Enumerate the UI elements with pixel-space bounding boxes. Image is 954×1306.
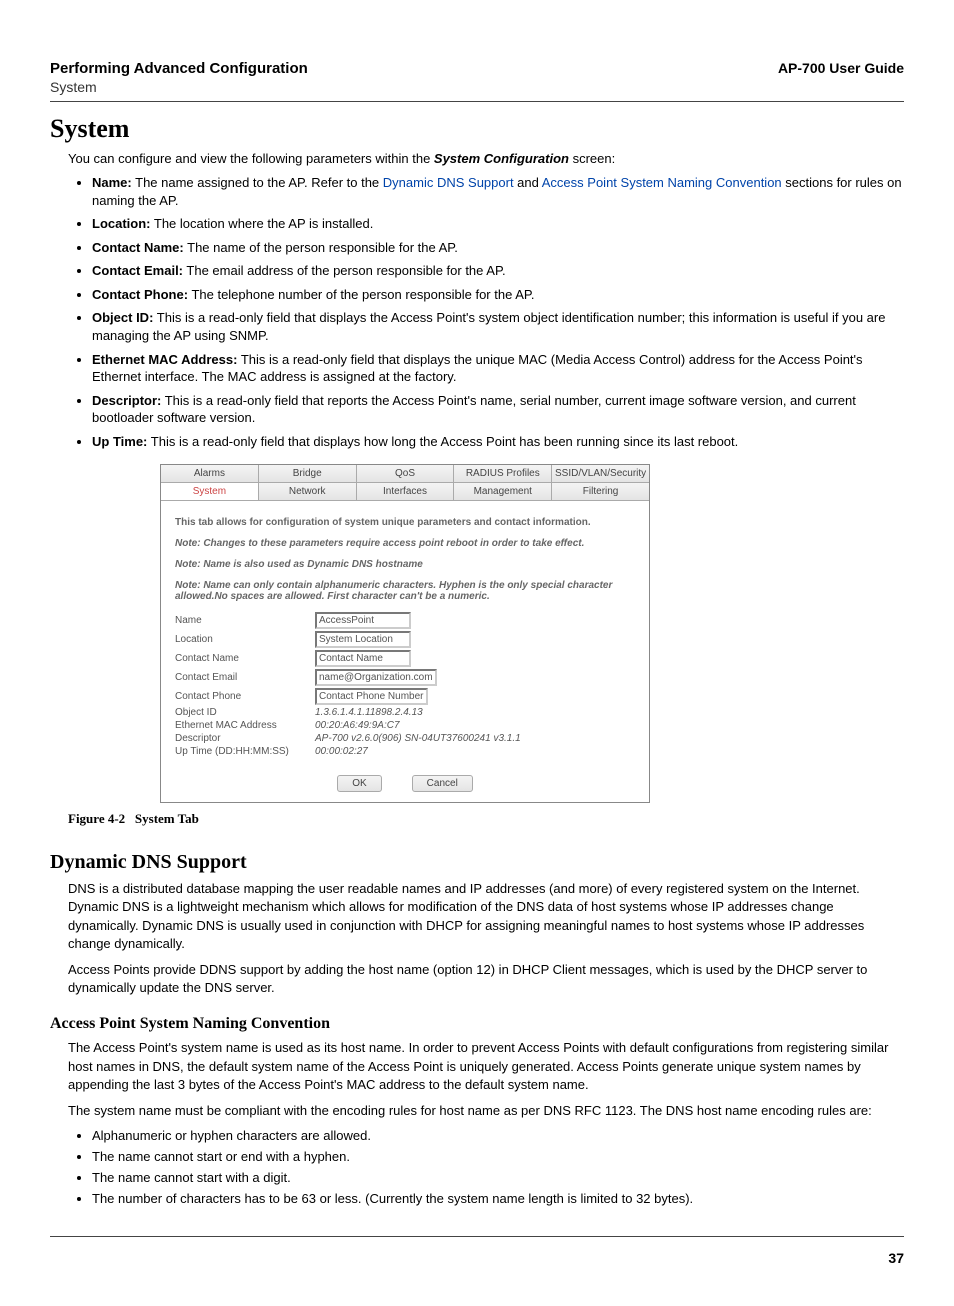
param-contact-phone: Contact Phone: The telephone number of t… [92,286,904,304]
param-label: Contact Name: [92,240,184,255]
ddns-paragraph-2: Access Points provide DDNS support by ad… [68,961,904,997]
link-naming-convention[interactable]: Access Point System Naming Convention [542,175,782,190]
field-value-uptime: 00:00:02:27 [315,746,368,757]
field-label-contact-phone: Contact Phone [175,691,315,702]
tab-row-1: Alarms Bridge QoS RADIUS Profiles SSID/V… [161,465,649,483]
rule-item: The name cannot start or end with a hyph… [92,1149,904,1164]
footer-divider [50,1236,904,1237]
panel-note-name-rules: Note: Name can only contain alphanumeric… [175,580,635,602]
header-chapter: Performing Advanced Configuration [50,60,308,77]
param-label: Ethernet MAC Address: [92,352,237,367]
tab-network[interactable]: Network [259,483,357,500]
field-label-uptime: Up Time (DD:HH:MM:SS) [175,746,315,757]
param-text: and [514,175,542,190]
field-input-location[interactable]: System Location [315,631,411,648]
tab-row-2: System Network Interfaces Management Fil… [161,483,649,501]
param-ethernet-mac: Ethernet MAC Address: This is a read-onl… [92,351,904,386]
figure-title: System Tab [135,811,199,826]
cancel-button[interactable]: Cancel [412,775,473,792]
field-label-mac: Ethernet MAC Address [175,720,315,731]
rule-item: The name cannot start with a digit. [92,1170,904,1185]
panel-note-reboot: Note: Changes to these parameters requir… [175,538,635,549]
intro-text-bold: System Configuration [434,151,569,166]
param-descriptor: Descriptor: This is a read-only field th… [92,392,904,427]
tab-radius-profiles[interactable]: RADIUS Profiles [454,465,552,482]
field-input-contact-phone[interactable]: Contact Phone Number [315,688,428,705]
tab-alarms[interactable]: Alarms [161,465,259,482]
tab-bridge[interactable]: Bridge [259,465,357,482]
naming-rules-list: Alphanumeric or hyphen characters are al… [68,1128,904,1206]
param-object-id: Object ID: This is a read-only field tha… [92,309,904,344]
page-number: 37 [50,1244,904,1266]
param-uptime: Up Time: This is a read-only field that … [92,433,904,451]
param-text: The telephone number of the person respo… [188,287,534,302]
field-value-mac: 00:20:A6:49:9A:C7 [315,720,400,731]
param-label: Descriptor: [92,393,161,408]
link-dynamic-dns[interactable]: Dynamic DNS Support [383,175,514,190]
param-text: The email address of the person responsi… [183,263,506,278]
param-label: Up Time: [92,434,147,449]
param-location: Location: The location where the AP is i… [92,215,904,233]
heading-dynamic-dns: Dynamic DNS Support [50,851,904,874]
naming-paragraph-2: The system name must be compliant with t… [68,1102,904,1120]
field-value-descriptor: AP-700 v2.6.0(906) SN-04UT37600241 v3.1.… [315,733,521,744]
field-input-contact-email[interactable]: name@Organization.com [315,669,437,686]
param-text: This is a read-only field that displays … [147,434,738,449]
field-label-contact-name: Contact Name [175,653,315,664]
panel-description: This tab allows for configuration of sys… [175,517,635,528]
param-label: Name: [92,175,132,190]
ddns-paragraph-1: DNS is a distributed database mapping th… [68,880,904,953]
param-label: Object ID: [92,310,153,325]
param-text: The name of the person responsible for t… [184,240,458,255]
field-label-descriptor: Descriptor [175,733,315,744]
field-input-contact-name[interactable]: Contact Name [315,650,411,667]
figure-caption: Figure 4-2 System Tab [68,811,904,827]
field-label-name: Name [175,615,315,626]
intro-text-prefix: You can configure and view the following… [68,151,434,166]
naming-paragraph-1: The Access Point's system name is used a… [68,1039,904,1094]
intro-text-suffix: screen: [569,151,615,166]
param-contact-name: Contact Name: The name of the person res… [92,239,904,257]
field-label-object-id: Object ID [175,707,315,718]
field-label-location: Location [175,634,315,645]
rule-item: The number of characters has to be 63 or… [92,1191,904,1206]
panel-note-ddns: Note: Name is also used as Dynamic DNS h… [175,559,635,570]
field-value-object-id: 1.3.6.1.4.1.11898.2.4.13 [315,707,423,718]
param-label: Contact Phone: [92,287,188,302]
param-name: Name: The name assigned to the AP. Refer… [92,174,904,209]
intro-paragraph: You can configure and view the following… [68,150,904,168]
param-text: This is a read-only field that reports t… [92,393,856,426]
param-label: Contact Email: [92,263,183,278]
ok-button[interactable]: OK [337,775,381,792]
header-guide: AP-700 User Guide [778,60,904,76]
system-tab-screenshot: Alarms Bridge QoS RADIUS Profiles SSID/V… [160,464,650,803]
param-contact-email: Contact Email: The email address of the … [92,262,904,280]
field-label-contact-email: Contact Email [175,672,315,683]
tab-qos[interactable]: QoS [357,465,455,482]
param-text: The location where the AP is installed. [151,216,374,231]
figure-number: Figure 4-2 [68,811,125,826]
tab-system[interactable]: System [161,483,259,500]
field-input-name[interactable]: AccessPoint [315,612,411,629]
tab-ssid-vlan-security[interactable]: SSID/VLAN/Security [552,465,649,482]
rule-item: Alphanumeric or hyphen characters are al… [92,1128,904,1143]
param-label: Location: [92,216,151,231]
header-subsection: System [50,79,904,95]
tab-management[interactable]: Management [454,483,552,500]
tab-interfaces[interactable]: Interfaces [357,483,455,500]
param-text: The name assigned to the AP. Refer to th… [132,175,383,190]
tab-filtering[interactable]: Filtering [552,483,649,500]
header-divider [50,101,904,102]
section-heading-system: System [50,114,904,144]
heading-naming-convention: Access Point System Naming Convention [50,1015,904,1033]
param-text: This is a read-only field that displays … [92,310,885,343]
parameter-list: Name: The name assigned to the AP. Refer… [68,174,904,450]
